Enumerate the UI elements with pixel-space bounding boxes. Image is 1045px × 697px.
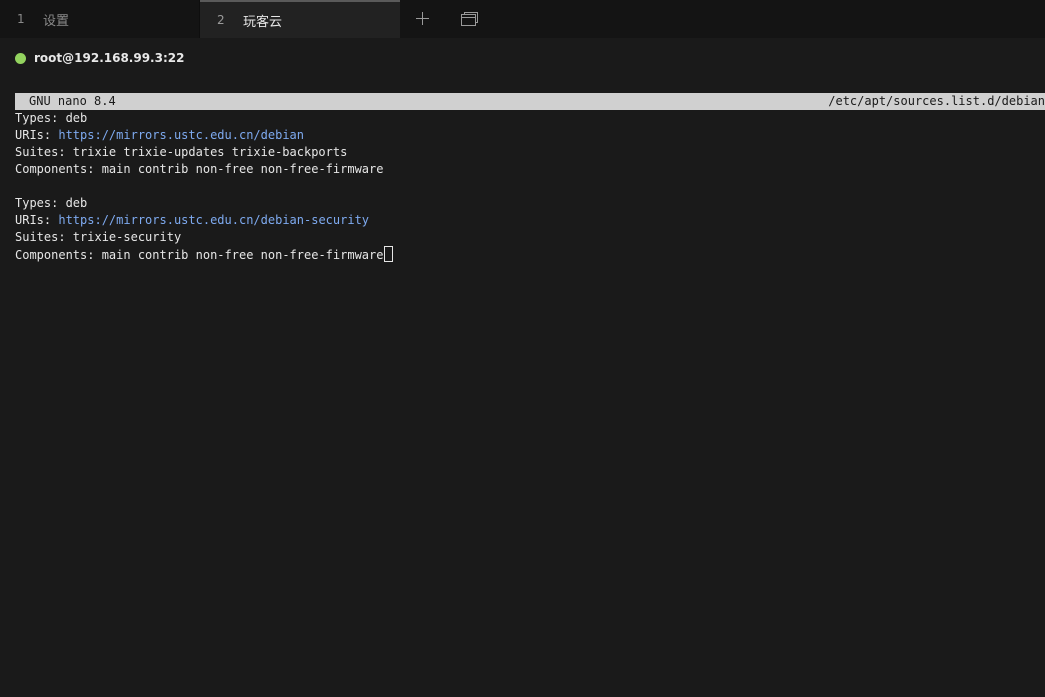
file-line <box>15 178 1045 195</box>
line-value: trixie-security <box>72 230 182 244</box>
text-cursor <box>384 246 394 262</box>
connection-header: root@192.168.99.3:22 <box>15 49 184 67</box>
connection-label: root@192.168.99.3:22 <box>34 51 185 65</box>
line-key: Components: <box>15 248 102 262</box>
file-line: Components: main contrib non-free non-fr… <box>15 161 1045 178</box>
file-path: /etc/apt/sources.list.d/debian <box>828 94 1045 108</box>
line-value: main contrib non-free non-free-firmware <box>101 248 384 262</box>
file-line: Types: deb <box>15 110 1045 127</box>
line-value: trixie trixie-updates trixie-backports <box>72 145 348 159</box>
line-key: Types: <box>15 196 66 210</box>
tab-bar: 1 设置 2 玩客云 <box>0 0 1045 38</box>
file-line: Suites: trixie-security <box>15 229 1045 246</box>
tab-label: 设置 <box>43 13 70 29</box>
line-value: deb <box>65 111 88 125</box>
nano-version: GNU nano 8.4 <box>29 94 116 108</box>
file-line: URIs: https://mirrors.ustc.edu.cn/debian <box>15 127 1045 144</box>
status-dot <box>15 52 26 64</box>
line-url: https://mirrors.ustc.edu.cn/debian-secur… <box>58 213 370 227</box>
line-key: URIs: <box>15 128 59 142</box>
nano-title-bar: GNU nano 8.4 /etc/apt/sources.list.d/deb… <box>15 93 1045 110</box>
file-line: Suites: trixie trixie-updates trixie-bac… <box>15 144 1045 161</box>
line-key: Suites: <box>15 145 73 159</box>
file-line: URIs: https://mirrors.ustc.edu.cn/debian… <box>15 212 1045 229</box>
line-key: URIs: <box>15 213 59 227</box>
line-key: Types: <box>15 111 66 125</box>
file-content[interactable]: Types: deb URIs: https://mirrors.ustc.edu… <box>15 110 1045 263</box>
line-url: https://mirrors.ustc.edu.cn/debian <box>58 128 304 142</box>
file-line: Components: main contrib non-free non-fr… <box>15 246 1045 263</box>
file-line: Types: deb <box>15 195 1045 212</box>
line-key: Suites: <box>15 230 73 244</box>
line-key: Components: <box>15 162 102 176</box>
plus-icon[interactable] <box>412 9 432 29</box>
tab-number: 1 <box>17 12 25 26</box>
tab-label: 玩客云 <box>243 14 283 30</box>
windows-icon[interactable] <box>459 9 479 29</box>
tab-wankeyun[interactable]: 2 玩客云 <box>200 0 400 38</box>
tab-settings[interactable]: 1 设置 <box>0 0 199 38</box>
tab-number: 2 <box>217 13 225 27</box>
terminal[interactable]: GNU nano 8.4 /etc/apt/sources.list.d/deb… <box>15 93 1045 263</box>
line-value: deb <box>65 196 88 210</box>
line-value: main contrib non-free non-free-firmware <box>101 162 384 176</box>
